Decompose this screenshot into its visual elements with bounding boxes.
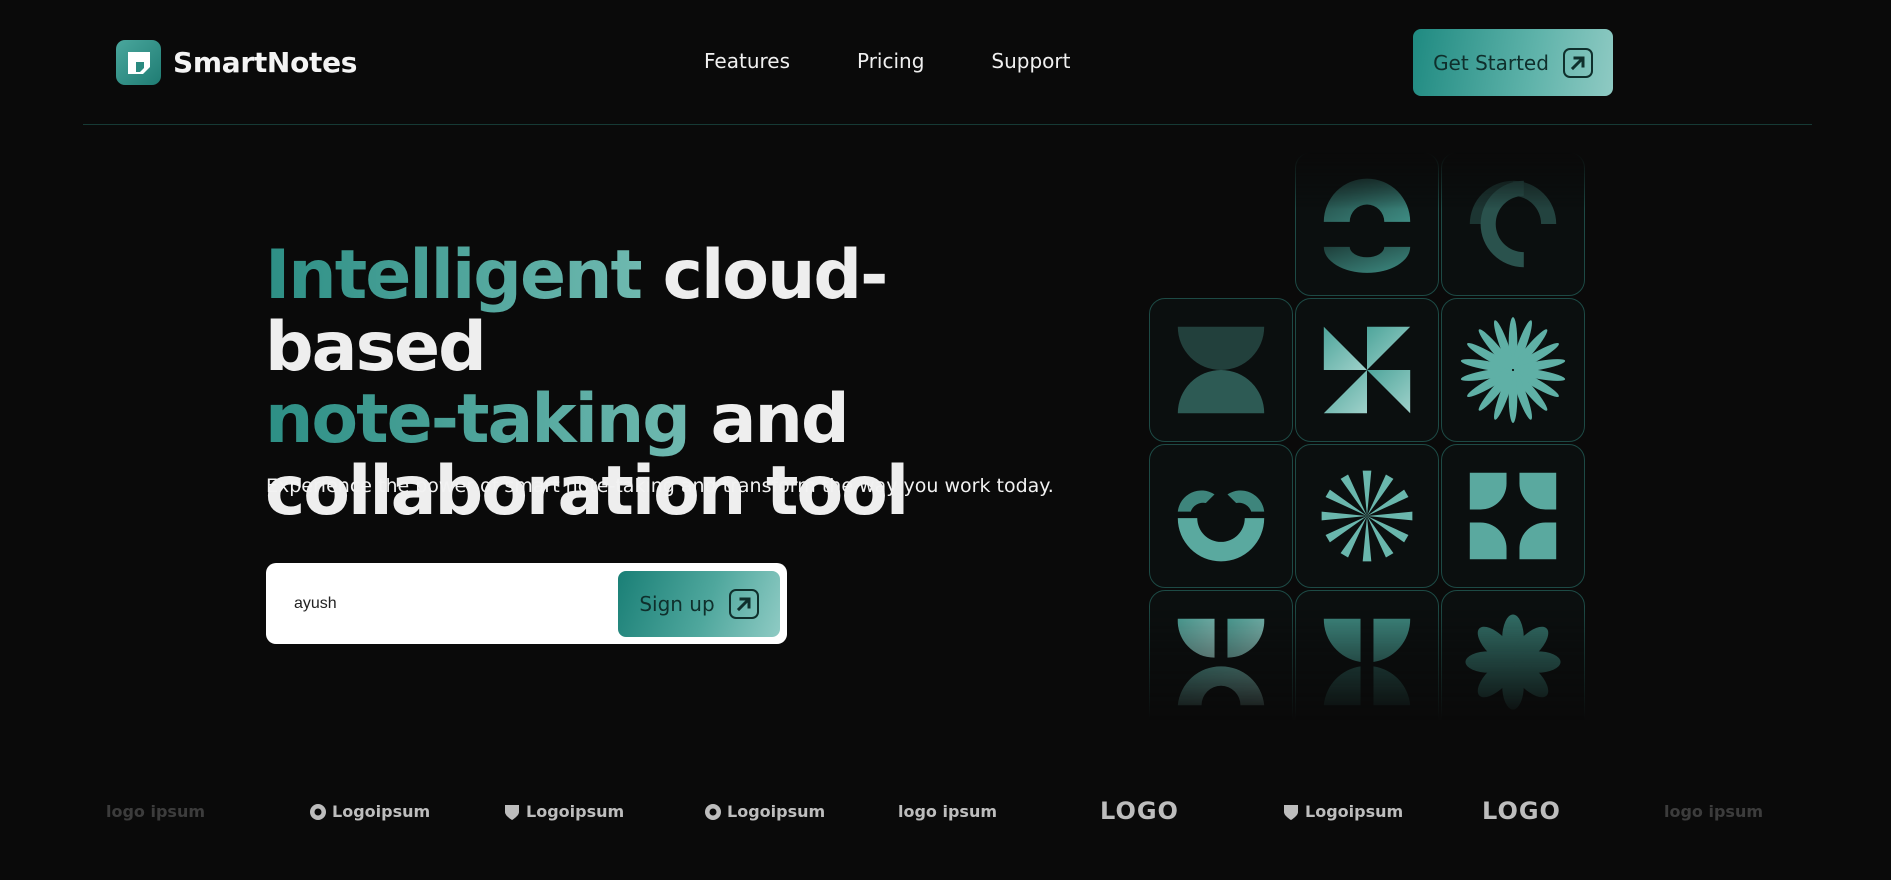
pattern-tile	[1295, 152, 1439, 296]
nav-link-features[interactable]: Features	[704, 49, 790, 73]
pattern-tile	[1295, 590, 1439, 734]
brand[interactable]: SmartNotes	[116, 40, 357, 85]
smile-shape-icon	[1177, 490, 1265, 562]
shield-logo-icon	[1284, 804, 1298, 820]
bow-shape-icon	[1323, 618, 1411, 706]
flower-logo-icon	[705, 803, 721, 820]
partner-logo: Logoipsum	[704, 802, 825, 821]
partner-logo: LOGO	[1100, 797, 1179, 825]
brand-name: SmartNotes	[173, 46, 358, 79]
arrow-up-right-icon	[1562, 47, 1593, 78]
pattern-tile	[1149, 298, 1293, 442]
rings-shape-icon	[1469, 180, 1557, 268]
pattern-tile	[1149, 444, 1293, 588]
pattern-tile	[1441, 590, 1585, 734]
pattern-tile	[1441, 152, 1585, 296]
partner-logo: Logoipsum	[503, 802, 624, 821]
nav-link-support[interactable]: Support	[991, 49, 1070, 73]
get-started-button[interactable]: Get Started	[1413, 29, 1613, 96]
hero-title-accent-2: note-taking	[265, 380, 691, 459]
butterfly-shape-icon	[1177, 618, 1265, 706]
signup-form: Sign up	[266, 563, 787, 644]
sunray-shape-icon	[1321, 470, 1413, 562]
pattern-tile	[1295, 444, 1439, 588]
partner-logo: logo ipsum	[106, 802, 206, 821]
pattern-tile	[1149, 590, 1293, 734]
signup-input[interactable]	[294, 587, 594, 621]
partner-logo: Logoipsum	[1282, 802, 1403, 821]
pattern-tile	[1441, 444, 1585, 588]
bow-shape-icon	[1177, 326, 1265, 414]
arrow-up-right-icon	[728, 589, 759, 619]
partner-logo: logo ipsum	[898, 802, 998, 821]
nav-links: Features Pricing Support	[704, 49, 1070, 73]
signup-button[interactable]: Sign up	[618, 571, 780, 637]
quarter-circles-icon	[1469, 472, 1557, 560]
flower-logo-icon	[310, 803, 326, 820]
hero-title-accent-1: Intelligent	[265, 236, 643, 315]
get-started-label: Get Started	[1433, 50, 1549, 75]
pattern-tile	[1295, 298, 1439, 442]
partner-logo: LOGO	[1482, 797, 1561, 825]
pinwheel-shape-icon	[1323, 326, 1411, 414]
flower-shape-icon	[1465, 614, 1561, 710]
partner-logo: logo ipsum	[1664, 802, 1764, 821]
arch-shape-icon	[1323, 178, 1411, 273]
starburst-shape-icon	[1460, 317, 1566, 423]
pattern-grid	[1149, 152, 1587, 846]
partner-logos: logo ipsum Logoipsum Logoipsum Logoipsum…	[0, 760, 1891, 864]
note-icon	[116, 40, 161, 85]
shield-logo-icon	[505, 804, 519, 820]
partner-logo: Logoipsum	[309, 802, 430, 821]
hero-title-text-2: and	[688, 380, 850, 459]
page: SmartNotes Features Pricing Support Get …	[0, 0, 1891, 880]
signup-button-label: Sign up	[639, 592, 715, 616]
nav-link-pricing[interactable]: Pricing	[857, 49, 924, 73]
hero-subtitle: Experience the power of smart note-takin…	[266, 475, 1054, 497]
pattern-tile	[1441, 298, 1585, 442]
